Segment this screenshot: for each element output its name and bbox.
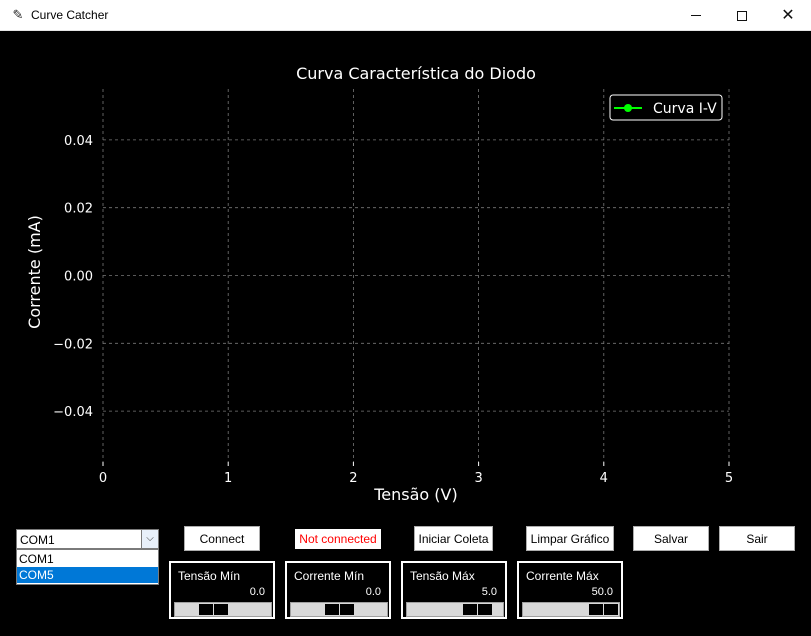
x-tick-label: 2	[349, 471, 357, 486]
iv-chart: 0 1 2 3 4 5 −0.04 −0.02 0.00 0.02 0.04 Curva Carac…	[25, 64, 733, 504]
close-button[interactable]: ✕	[765, 0, 811, 31]
app-window: ✎ Curve Catcher ✕ 0 1 2 3 4 5 −0.04 −0.02 0.00 0.…	[0, 0, 811, 636]
slider-label: Tensão Máx	[410, 569, 475, 583]
slider-tensao-min: Tensão Mín 0.0	[169, 561, 275, 619]
y-tick-label: −0.04	[53, 405, 93, 420]
x-tick-label: 5	[725, 471, 733, 486]
slider-track[interactable]	[174, 602, 272, 617]
clear-chart-button[interactable]: Limpar Gráfico	[526, 526, 614, 551]
window-title: Curve Catcher	[31, 8, 109, 22]
start-collection-button[interactable]: Iniciar Coleta	[414, 526, 493, 551]
slider-value: 50.0	[591, 586, 613, 598]
slider-handle[interactable]	[198, 603, 229, 616]
close-icon: ✕	[781, 6, 795, 24]
slider-corrente-max: Corrente Máx 50.0	[517, 561, 623, 619]
exit-button[interactable]: Sair	[719, 526, 795, 551]
y-tick-label: 0.02	[64, 202, 93, 217]
slider-label: Corrente Mín	[294, 569, 365, 583]
slider-handle[interactable]	[324, 603, 355, 616]
y-tick-label: 0.04	[64, 134, 93, 149]
slider-value: 5.0	[481, 586, 497, 598]
save-button[interactable]: Salvar	[633, 526, 709, 551]
y-tick-label: 0.00	[64, 270, 93, 285]
port-select[interactable]: COM1 ⌵	[16, 529, 159, 549]
y-axis-label: Corrente (mA)	[25, 215, 44, 329]
chart-grid	[102, 89, 730, 462]
connect-button[interactable]: Connect	[184, 526, 260, 551]
x-tick-label: 1	[224, 471, 232, 486]
slider-track[interactable]	[406, 602, 504, 617]
minimize-icon	[691, 15, 701, 16]
slider-label: Tensão Mín	[178, 569, 241, 583]
slider-value: 0.0	[249, 586, 265, 598]
port-dropdown-list: COM1 COM5	[16, 549, 159, 585]
slider-handle[interactable]	[462, 603, 493, 616]
slider-value: 0.0	[365, 586, 381, 598]
slider-label: Corrente Máx	[526, 569, 599, 583]
slider-track[interactable]	[290, 602, 388, 617]
maximize-icon	[737, 10, 747, 21]
chevron-down-icon[interactable]: ⌵	[141, 530, 158, 548]
chart-axes: 0 1 2 3 4 5 −0.04 −0.02 0.00 0.02 0.04	[53, 134, 733, 486]
x-tick-label: 4	[600, 471, 608, 486]
port-option-com5[interactable]: COM5	[17, 567, 158, 583]
legend-marker-swatch	[624, 104, 632, 112]
x-axis-label: Tensão (V)	[373, 485, 457, 504]
minimize-button[interactable]	[673, 0, 719, 31]
x-tick-label: 0	[99, 471, 107, 486]
slider-tensao-max: Tensão Máx 5.0	[401, 561, 507, 619]
port-select-value: COM1	[20, 533, 55, 547]
chart-legend: Curva I-V	[609, 94, 723, 121]
connection-status: Not connected	[295, 529, 381, 549]
legend-entry-label: Curva I-V	[653, 101, 717, 117]
slider-track[interactable]	[522, 602, 620, 617]
slider-handle[interactable]	[588, 603, 619, 616]
y-tick-label: −0.02	[53, 337, 93, 352]
title-bar: ✎ Curve Catcher ✕	[0, 0, 811, 31]
x-tick-label: 3	[474, 471, 482, 486]
feather-icon: ✎	[12, 7, 24, 22]
chart-title: Curva Característica do Diodo	[296, 64, 536, 83]
maximize-button[interactable]	[719, 0, 765, 31]
slider-corrente-min: Corrente Mín 0.0	[285, 561, 391, 619]
port-option-com1[interactable]: COM1	[17, 551, 158, 567]
